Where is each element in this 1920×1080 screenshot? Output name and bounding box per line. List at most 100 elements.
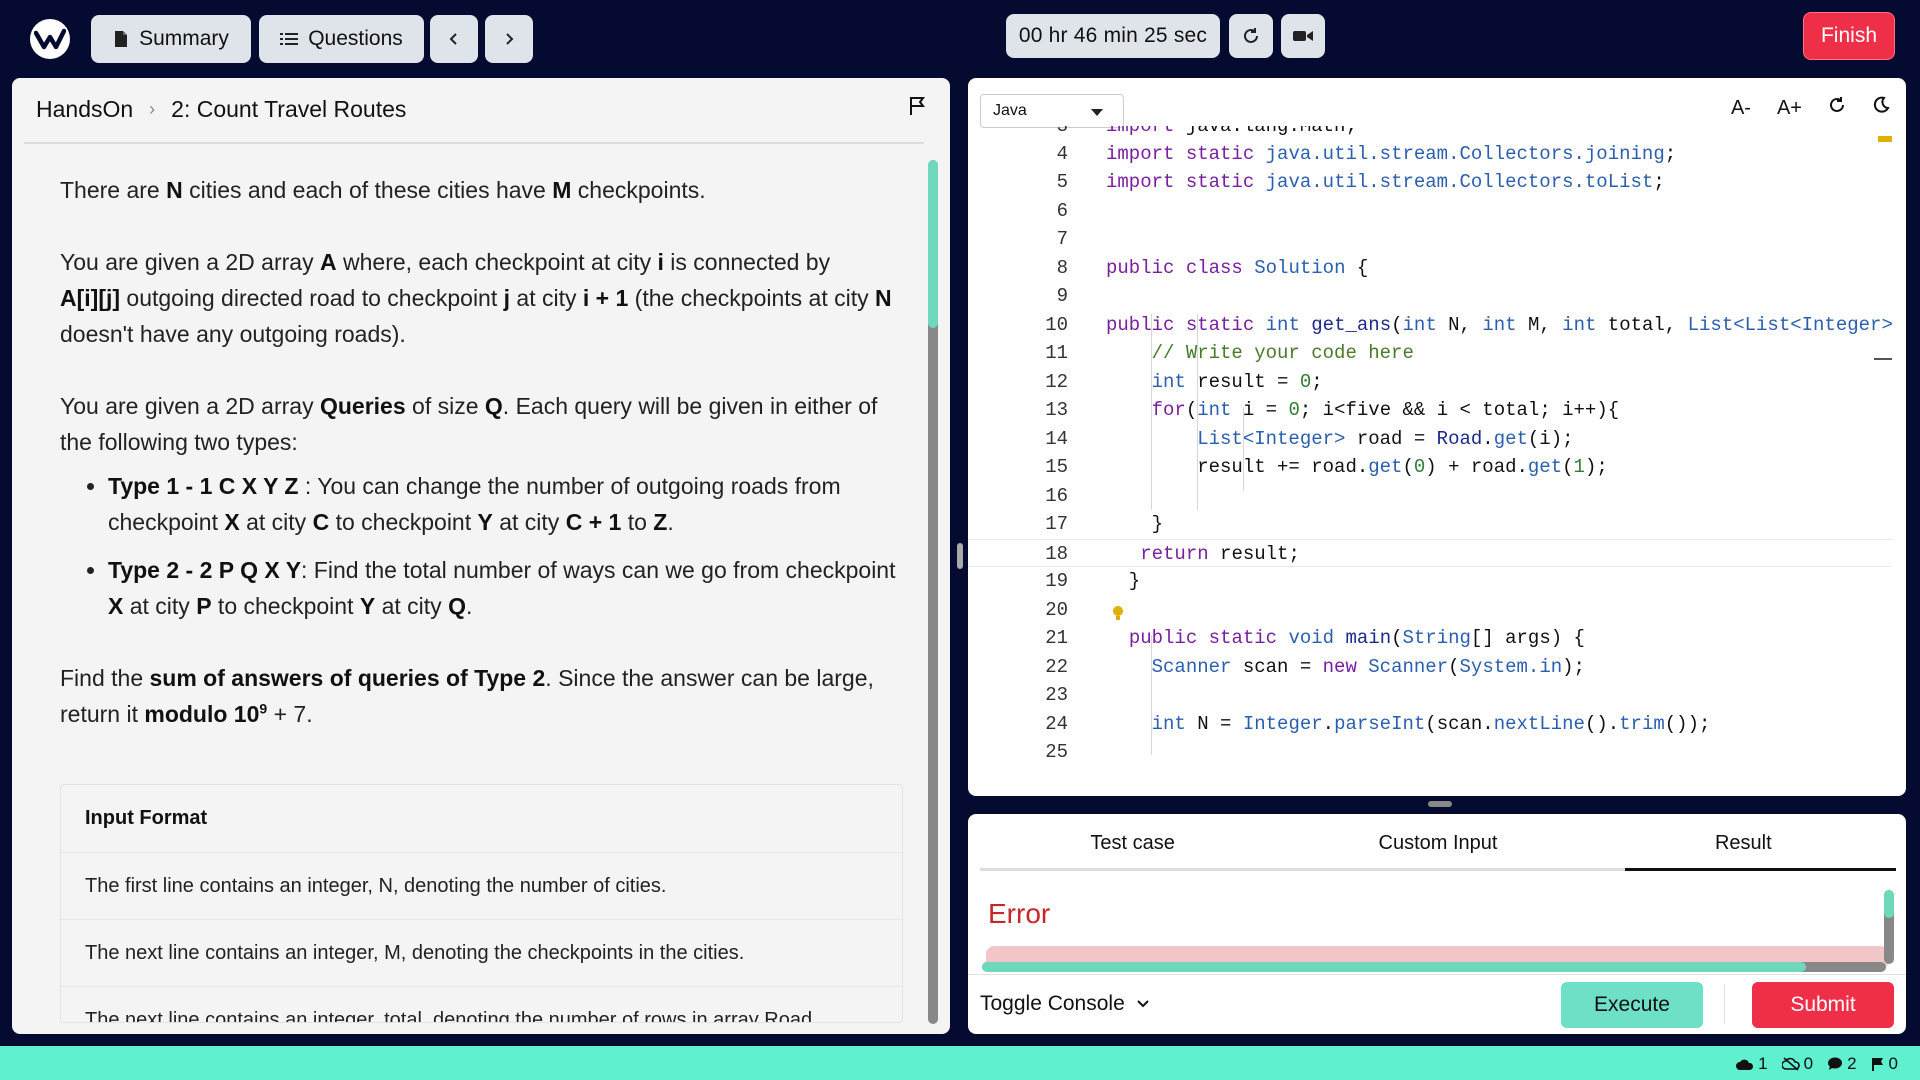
finish-button[interactable]: Finish bbox=[1803, 12, 1895, 60]
questions-label: Questions bbox=[308, 27, 403, 50]
code-line: 15 result += road.get(0) + road.get(1); bbox=[1045, 456, 1608, 478]
scrollbar-thumb[interactable] bbox=[982, 962, 1806, 972]
chevron-left-icon bbox=[449, 33, 457, 45]
problem-description: There are N cities and each of these cit… bbox=[60, 172, 900, 768]
breadcrumb-root[interactable]: HandsOn bbox=[36, 96, 133, 123]
cloud-off-icon bbox=[1781, 1057, 1800, 1071]
problem-title: 2: Count Travel Routes bbox=[171, 96, 407, 122]
problem-panel: HandsOn › 2: Count Travel Routes There a… bbox=[12, 78, 950, 1034]
theme-toggle-button[interactable] bbox=[1872, 96, 1890, 120]
query-types-list: Type 1 - 1 C X Y Z : You can change the … bbox=[108, 468, 900, 624]
code-line: 8 public class Solution { bbox=[1056, 257, 1369, 279]
editor-toolbar: A- A+ bbox=[1731, 96, 1890, 120]
problem-scrollbar[interactable] bbox=[928, 160, 938, 1024]
scrollbar-thumb[interactable] bbox=[1884, 890, 1894, 918]
toggle-console-button[interactable]: Toggle Console bbox=[980, 992, 1149, 1016]
list-item: Type 1 - 1 C X Y Z : You can change the … bbox=[108, 468, 900, 540]
divider bbox=[1724, 984, 1725, 1024]
result-tabs: Test case Custom Input Result bbox=[980, 832, 1896, 862]
paragraph-array-a: You are given a 2D array A where, each c… bbox=[60, 249, 892, 347]
flag-icon bbox=[1871, 1057, 1883, 1071]
editor-resize-handle[interactable] bbox=[1428, 801, 1452, 807]
code-line: 17 } bbox=[1045, 513, 1164, 535]
font-increase-button[interactable]: A+ bbox=[1777, 97, 1802, 120]
next-question-button[interactable] bbox=[485, 15, 533, 63]
code-line: 10 public static int get_ans(int N, int M… bbox=[1045, 314, 1892, 336]
offline-counter: 0 bbox=[1781, 1054, 1813, 1074]
code-line: 23 bbox=[1045, 684, 1068, 706]
list-icon bbox=[280, 33, 299, 45]
flags-counter: 0 bbox=[1871, 1054, 1898, 1074]
chevron-right-icon bbox=[506, 33, 514, 45]
code-line: 22 Scanner scan = new Scanner(System.in)… bbox=[1045, 656, 1585, 678]
result-vertical-scrollbar[interactable] bbox=[1884, 890, 1894, 964]
flag-icon bbox=[910, 97, 925, 115]
submit-button[interactable]: Submit bbox=[1752, 982, 1894, 1028]
reset-icon bbox=[1830, 97, 1844, 112]
code-line: 24 int N = Integer.parseInt(scan.nextLin… bbox=[1045, 713, 1711, 735]
code-line: 6 bbox=[1056, 200, 1068, 222]
top-bar: Summary Questions 00 hr 46 min 25 sec Fi… bbox=[0, 0, 1920, 78]
moon-icon bbox=[1873, 96, 1890, 113]
code-editor-panel: Java A- A+ 3 import java.lang.Math; 4 impo… bbox=[968, 78, 1906, 796]
cloud-upload-icon bbox=[1736, 1059, 1754, 1070]
code-area[interactable]: 3 import java.lang.Math; 4 import static j… bbox=[968, 126, 1892, 796]
code-line: 4 import static java.util.stream.Collecto… bbox=[1056, 143, 1677, 165]
code-line: 21 public static void main(String[] args… bbox=[1045, 627, 1585, 649]
overview-ruler-warning bbox=[1878, 136, 1892, 142]
toggle-console-label: Toggle Console bbox=[980, 992, 1125, 1015]
input-format-title: Input Format bbox=[85, 807, 208, 829]
code-line: 11 // Write your code here bbox=[1045, 342, 1414, 364]
comment-icon bbox=[1828, 1057, 1843, 1070]
divider bbox=[968, 974, 1906, 975]
breadcrumb: HandsOn › 2: Count Travel Routes bbox=[36, 96, 406, 123]
paragraph-answer: Find the sum of answers of queries of Ty… bbox=[60, 665, 874, 727]
table-row: The next line contains an integer, total… bbox=[61, 986, 902, 1022]
font-decrease-button[interactable]: A- bbox=[1731, 97, 1751, 120]
execute-button[interactable]: Execute bbox=[1561, 982, 1703, 1028]
refresh-icon bbox=[1244, 28, 1258, 43]
language-value: Java bbox=[993, 102, 1027, 119]
language-select[interactable]: Java bbox=[980, 94, 1124, 128]
code-line: 25 bbox=[1045, 741, 1068, 763]
document-icon bbox=[115, 31, 128, 47]
refresh-button[interactable] bbox=[1229, 14, 1273, 58]
countdown-timer: 00 hr 46 min 25 sec bbox=[1006, 14, 1220, 58]
code-line: 20 bbox=[1045, 599, 1068, 621]
tab-custom-input[interactable]: Custom Input bbox=[1285, 832, 1590, 862]
video-camera-icon bbox=[1293, 31, 1313, 41]
chevron-down-icon bbox=[1137, 1000, 1149, 1008]
app-logo-icon bbox=[30, 19, 70, 59]
chevron-right-icon: › bbox=[149, 99, 156, 119]
overview-ruler-cursor bbox=[1874, 358, 1892, 360]
tab-test-case[interactable]: Test case bbox=[980, 832, 1285, 862]
code-line: 19 } bbox=[1045, 570, 1141, 592]
status-counters: 1 0 2 0 bbox=[1736, 1054, 1898, 1074]
result-horizontal-scrollbar[interactable] bbox=[982, 962, 1886, 972]
list-item: Type 2 - 2 P Q X Y: Find the total numbe… bbox=[108, 552, 900, 624]
previous-question-button[interactable] bbox=[430, 15, 478, 63]
result-panel: Test case Custom Input Result Error Togg… bbox=[968, 814, 1906, 1034]
panel-resize-handle[interactable] bbox=[957, 543, 963, 569]
divider bbox=[24, 142, 924, 144]
camera-button[interactable] bbox=[1281, 14, 1325, 58]
tab-result[interactable]: Result bbox=[1591, 832, 1896, 862]
reset-code-button[interactable] bbox=[1828, 96, 1846, 120]
code-line: 7 bbox=[1056, 228, 1068, 250]
status-bar: 1 0 2 0 bbox=[0, 1046, 1920, 1080]
active-tab-indicator bbox=[1625, 868, 1896, 871]
paragraph-cities: There are N cities and each of these cit… bbox=[60, 177, 706, 203]
chevron-down-icon bbox=[1091, 109, 1103, 116]
scrollbar-thumb[interactable] bbox=[928, 160, 938, 328]
code-line: 9 bbox=[1056, 285, 1068, 307]
code-line: 16 bbox=[1045, 485, 1068, 507]
summary-button[interactable]: Summary bbox=[91, 15, 251, 63]
lightbulb-icon[interactable] bbox=[1112, 605, 1124, 621]
code-line: 12 int result = 0; bbox=[1045, 371, 1323, 393]
questions-button[interactable]: Questions bbox=[259, 15, 424, 63]
code-line: 13 for(int i = 0; i<five && i < total; i… bbox=[1045, 399, 1620, 421]
paragraph-queries: You are given a 2D array Queries of size… bbox=[60, 393, 878, 455]
input-format-table: Input Format The first line contains an … bbox=[60, 784, 903, 1023]
summary-label: Summary bbox=[139, 27, 229, 50]
flag-question-button[interactable] bbox=[908, 96, 926, 121]
